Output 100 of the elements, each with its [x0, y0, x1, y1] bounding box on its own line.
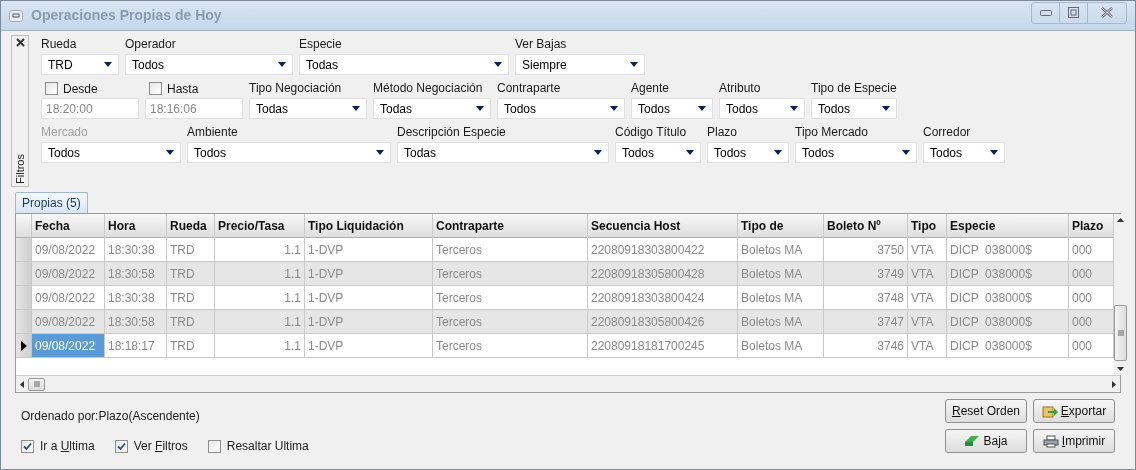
sort-order-text: Ordenado por:Plazo(Ascendente)	[21, 408, 201, 425]
table-cell: 22080918303800422	[588, 238, 738, 261]
scroll-up-icon[interactable]	[1117, 218, 1124, 222]
dropdown[interactable]: Todos	[615, 142, 701, 163]
horizontal-scrollbar[interactable]	[16, 375, 1120, 392]
scroll-thumb[interactable]	[1114, 305, 1127, 361]
dropdown[interactable]: Todas	[373, 98, 491, 119]
dropdown[interactable]: Todos	[811, 98, 897, 119]
current-row-icon	[20, 340, 27, 351]
dropdown[interactable]: Todas	[397, 142, 609, 163]
table-cell: DICP 038000$	[947, 286, 1069, 309]
table-row[interactable]: 09/08/2022 18:30:38 TRD 1.1 1-DVP Terceros 22080918303800422 Boletos MA 3750 VTA DICP 038000$ 000	[16, 238, 1114, 262]
time-field[interactable]: 18:20:00	[41, 98, 139, 119]
table-cell: 22080918305800428	[588, 262, 738, 285]
table-cell: Terceros	[433, 262, 588, 285]
window-title: Operaciones Propias de Hoy	[31, 6, 222, 25]
scroll-down-icon[interactable]	[1117, 367, 1124, 371]
checkbox[interactable]	[45, 82, 58, 95]
table-cell: TRD	[167, 310, 215, 333]
filter-label: Desde	[63, 80, 98, 98]
checkbox[interactable]	[114, 439, 128, 453]
table-cell: 1-DVP	[305, 310, 433, 333]
table-cell: 22080918303800424	[588, 286, 738, 309]
dropdown[interactable]: Todos	[719, 98, 805, 119]
table-cell: 18:30:38	[105, 238, 167, 261]
filter-label: Corredor	[923, 125, 972, 140]
dropdown-caret-icon	[610, 106, 618, 111]
table-cell: VTA	[908, 286, 947, 309]
table-cell: DICP 038000$	[947, 238, 1069, 261]
dropdown[interactable]: Todas	[249, 98, 367, 119]
dropdown[interactable]: Todos	[631, 98, 713, 119]
filter-label: Rueda	[41, 37, 78, 52]
table-cell: DICP 038000$	[947, 310, 1069, 333]
table-cell: Boletos MA	[738, 238, 824, 261]
filter-panel-label: Filtros	[12, 154, 27, 184]
table-cell: 09/08/2022	[32, 286, 105, 309]
table-cell: Boletos MA	[738, 334, 824, 357]
tab[interactable]: Propias (5)	[15, 192, 88, 213]
time-field[interactable]: 18:16:06	[145, 98, 243, 119]
filter-label: Atributo	[719, 81, 762, 96]
dropdown[interactable]: TRD	[41, 54, 119, 75]
close-icon[interactable]	[15, 38, 25, 47]
table-cell: 1.1	[215, 286, 305, 309]
table-cell: 18:30:38	[105, 286, 167, 309]
dropdown[interactable]: Todos	[795, 142, 917, 163]
action-button[interactable]: Baja	[945, 429, 1027, 453]
table-cell: 1-DVP	[305, 334, 433, 357]
vertical-scrollbar[interactable]	[1114, 214, 1127, 375]
printer-icon	[1042, 434, 1059, 448]
table-row[interactable]: 09/08/2022 18:18:17 TRD 1.1 1-DVP Terceros 22080918181700245 Boletos MA 3746 VTA DICP 038000$ 000	[16, 334, 1114, 358]
checkbox[interactable]	[207, 439, 221, 453]
dropdown[interactable]: Todos	[923, 142, 1005, 163]
dropdown-caret-icon	[104, 62, 112, 67]
filter-label: Ambiente	[187, 125, 239, 140]
dropdown[interactable]: Siempre	[515, 54, 645, 75]
scroll-right-icon[interactable]	[1112, 380, 1116, 388]
table-cell: 09/08/2022	[32, 262, 105, 285]
scroll-thumb[interactable]	[28, 377, 45, 391]
action-button[interactable]: Imprimir	[1033, 429, 1115, 453]
dropdown-caret-icon	[686, 150, 694, 155]
table-cell: 09/08/2022	[32, 334, 105, 357]
table-cell: Terceros	[433, 310, 588, 333]
table-cell: 1.1	[215, 238, 305, 261]
filter-label: Método Negociación	[373, 81, 484, 96]
dropdown[interactable]: Todos	[187, 142, 391, 163]
dropdown[interactable]: Todas	[299, 54, 509, 75]
filter-label: Especie	[299, 37, 343, 52]
filter-label: Hasta	[167, 80, 199, 98]
table-cell: 18:30:58	[105, 310, 167, 333]
check-icon	[23, 441, 32, 451]
table-cell: Terceros	[433, 286, 588, 309]
filter-label: Ver Bajas	[515, 37, 568, 52]
table-cell: TRD	[167, 334, 215, 357]
dropdown[interactable]: Todos	[707, 142, 789, 163]
window-menu-icon[interactable]	[9, 9, 23, 22]
scroll-left-icon[interactable]	[20, 380, 24, 388]
dropdown-caret-icon	[698, 106, 706, 111]
filter-label: Código Título	[615, 125, 688, 140]
action-button[interactable]: Reset Orden	[945, 399, 1027, 423]
filter-label: Contraparte	[497, 81, 562, 96]
dropdown-caret-icon	[790, 106, 798, 111]
table-cell: VTA	[908, 238, 947, 261]
table-cell: Terceros	[433, 334, 588, 357]
table-cell: 1.1	[215, 310, 305, 333]
table-cell: DICP 038000$	[947, 262, 1069, 285]
checkbox-label: Resaltar Ultima	[226, 438, 309, 455]
table-cell: 1-DVP	[305, 238, 433, 261]
grip-icon	[1117, 330, 1124, 336]
table-row[interactable]: 09/08/2022 18:30:38 TRD 1.1 1-DVP Terceros 22080918303800424 Boletos MA 3748 VTA DICP 038000$ 000	[16, 286, 1114, 310]
checkbox[interactable]	[21, 439, 34, 453]
dropdown-caret-icon	[594, 150, 602, 155]
dropdown[interactable]: Todos	[497, 98, 625, 119]
check-icon	[116, 441, 126, 451]
dropdown[interactable]: Todos	[125, 54, 293, 75]
checkbox[interactable]	[149, 82, 162, 95]
table-cell: VTA	[908, 262, 947, 285]
dropdown-caret-icon	[630, 62, 638, 67]
dropdown-caret-icon	[166, 150, 174, 155]
minimize-icon	[1039, 9, 1052, 16]
action-button[interactable]: Exportar	[1033, 399, 1115, 423]
